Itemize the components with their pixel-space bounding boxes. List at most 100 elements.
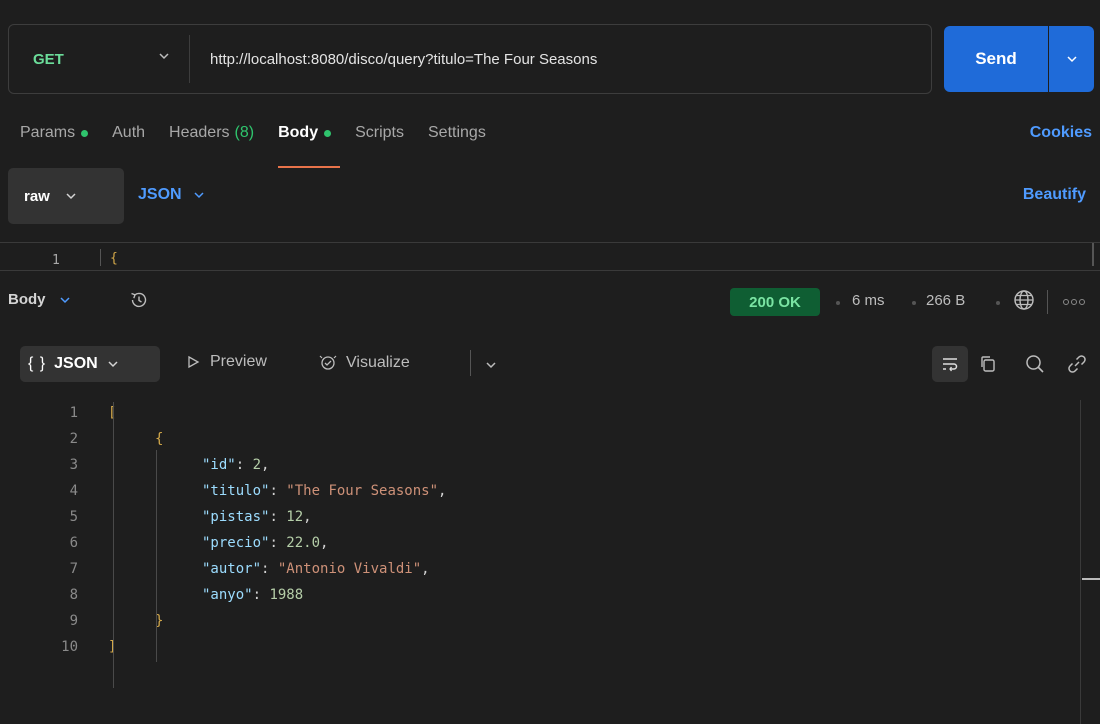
- code-token: :: [269, 535, 287, 551]
- tab-headers[interactable]: Headers (8): [169, 124, 254, 142]
- response-body-label: Body: [8, 291, 46, 308]
- preview-label: Preview: [210, 353, 267, 370]
- response-size[interactable]: 266 B: [926, 292, 965, 309]
- json-brace-icon: { }: [28, 355, 47, 372]
- visualize-icon: [319, 355, 337, 370]
- tab-settings[interactable]: Settings: [428, 124, 486, 142]
- code-text: "titulo": "The Four Seasons",: [202, 478, 446, 504]
- body-mode-select[interactable]: raw: [8, 168, 124, 224]
- line-number: 6: [69, 535, 78, 551]
- toolbar-divider: [1047, 290, 1048, 314]
- code-line: 3 "id": 2,: [0, 452, 1070, 478]
- meta-separator: [912, 301, 916, 305]
- tab-params[interactable]: Params: [20, 124, 89, 142]
- tab-label: Scripts: [355, 124, 404, 141]
- wrap-lines-button[interactable]: [932, 346, 968, 382]
- vertical-scrollbar-track[interactable]: [1080, 400, 1081, 724]
- line-number: 4: [69, 483, 78, 499]
- code-text: "anyo": 1988: [202, 582, 303, 608]
- url-input[interactable]: http://localhost:8080/disco/query?titulo…: [190, 51, 597, 68]
- chevron-down-icon: [59, 296, 70, 303]
- toolbar-divider: [470, 350, 471, 376]
- chevron-down-icon: [159, 53, 169, 60]
- tab-scripts[interactable]: Scripts: [355, 124, 404, 142]
- preview-button[interactable]: Preview: [186, 353, 267, 371]
- link-icon[interactable]: [1066, 353, 1088, 375]
- status-badge[interactable]: 200 OK: [730, 288, 820, 316]
- modified-dot: [324, 129, 332, 137]
- code-token: 1988: [269, 587, 304, 603]
- method-label: GET: [33, 50, 64, 68]
- code-text: "id": 2,: [202, 452, 269, 478]
- indent-guide: [156, 450, 157, 662]
- modified-dot: [81, 129, 89, 137]
- scrollbar-thumb[interactable]: [1082, 578, 1100, 580]
- code-line: 4 "titulo": "The Four Seasons",: [0, 478, 1070, 504]
- cookies-link[interactable]: Cookies: [1030, 124, 1092, 142]
- code-token: :: [252, 587, 270, 603]
- response-body-viewer[interactable]: 1[2{3"id": 2,4"titulo": "The Four Season…: [0, 396, 1100, 724]
- line-number: 9: [69, 613, 78, 629]
- line-number: 2: [69, 431, 78, 447]
- code-token: 22.0: [286, 535, 321, 551]
- line-number: 10: [61, 639, 78, 655]
- code-text: {: [110, 251, 118, 266]
- history-icon[interactable]: [128, 289, 150, 311]
- code-line: 8 "anyo": 1988: [0, 582, 1070, 608]
- response-view-select[interactable]: { } JSON: [20, 346, 160, 382]
- chevron-down-icon[interactable]: [484, 358, 498, 372]
- code-text: {: [155, 426, 163, 452]
- code-line: 2{: [0, 426, 1070, 452]
- tab-label: Params: [20, 124, 76, 141]
- tab-auth[interactable]: Auth: [112, 124, 145, 142]
- editor-scrollbar[interactable]: [1092, 243, 1094, 266]
- beautify-button[interactable]: Beautify: [1023, 186, 1086, 204]
- headers-count: (8): [234, 124, 255, 141]
- response-body-select[interactable]: Body: [8, 291, 72, 308]
- search-icon[interactable]: [1024, 353, 1046, 375]
- code-token: :: [269, 509, 287, 525]
- tab-body[interactable]: Body: [278, 124, 341, 168]
- code-token: {: [155, 431, 164, 447]
- code-token: "anyo": [202, 587, 253, 603]
- globe-icon[interactable]: [1012, 288, 1036, 312]
- more-icon[interactable]: [1062, 296, 1088, 308]
- line-number: 3: [69, 457, 78, 473]
- code-token: ,: [438, 483, 447, 499]
- code-token: ,: [421, 561, 430, 577]
- pane-splitter[interactable]: [0, 270, 1100, 271]
- meta-separator: [836, 301, 840, 305]
- request-body-editor[interactable]: 1 {: [0, 242, 1100, 266]
- chevron-down-icon: [66, 193, 76, 200]
- code-line: 1[: [0, 400, 1070, 426]
- copy-icon[interactable]: [978, 354, 998, 374]
- body-format-label: JSON: [138, 186, 182, 203]
- code-token: "pistas": [202, 509, 270, 525]
- request-url-bar: GET http://localhost:8080/disco/query?ti…: [8, 24, 932, 94]
- code-token: 2: [252, 457, 262, 473]
- response-time[interactable]: 6 ms: [852, 292, 885, 309]
- tab-label: Settings: [428, 124, 486, 141]
- send-options-button[interactable]: [1049, 26, 1094, 92]
- meta-separator: [996, 301, 1000, 305]
- line-number: 7: [69, 561, 78, 577]
- chevron-down-icon: [194, 192, 204, 199]
- line-number: 5: [69, 509, 78, 525]
- code-line: 6 "precio": 22.0,: [0, 530, 1070, 556]
- code-line: 10]: [0, 634, 1070, 660]
- body-format-select[interactable]: JSON: [138, 186, 206, 204]
- visualize-label: Visualize: [346, 354, 410, 371]
- code-line: 7 "autor": "Antonio Vivaldi",: [0, 556, 1070, 582]
- send-button[interactable]: Send: [944, 26, 1048, 92]
- visualize-button[interactable]: Visualize: [318, 353, 410, 373]
- code-token: "titulo": [202, 483, 270, 499]
- method-select[interactable]: GET: [9, 25, 189, 93]
- line-number: 1: [52, 253, 60, 266]
- code-token: :: [261, 561, 278, 577]
- code-line: 9}: [0, 608, 1070, 634]
- code-line: 5 "pistas": 12,: [0, 504, 1070, 530]
- body-mode-label: raw: [24, 187, 50, 205]
- code-text: "autor": "Antonio Vivaldi",: [202, 556, 430, 582]
- play-icon: [188, 355, 200, 369]
- tab-label: Body: [278, 124, 319, 141]
